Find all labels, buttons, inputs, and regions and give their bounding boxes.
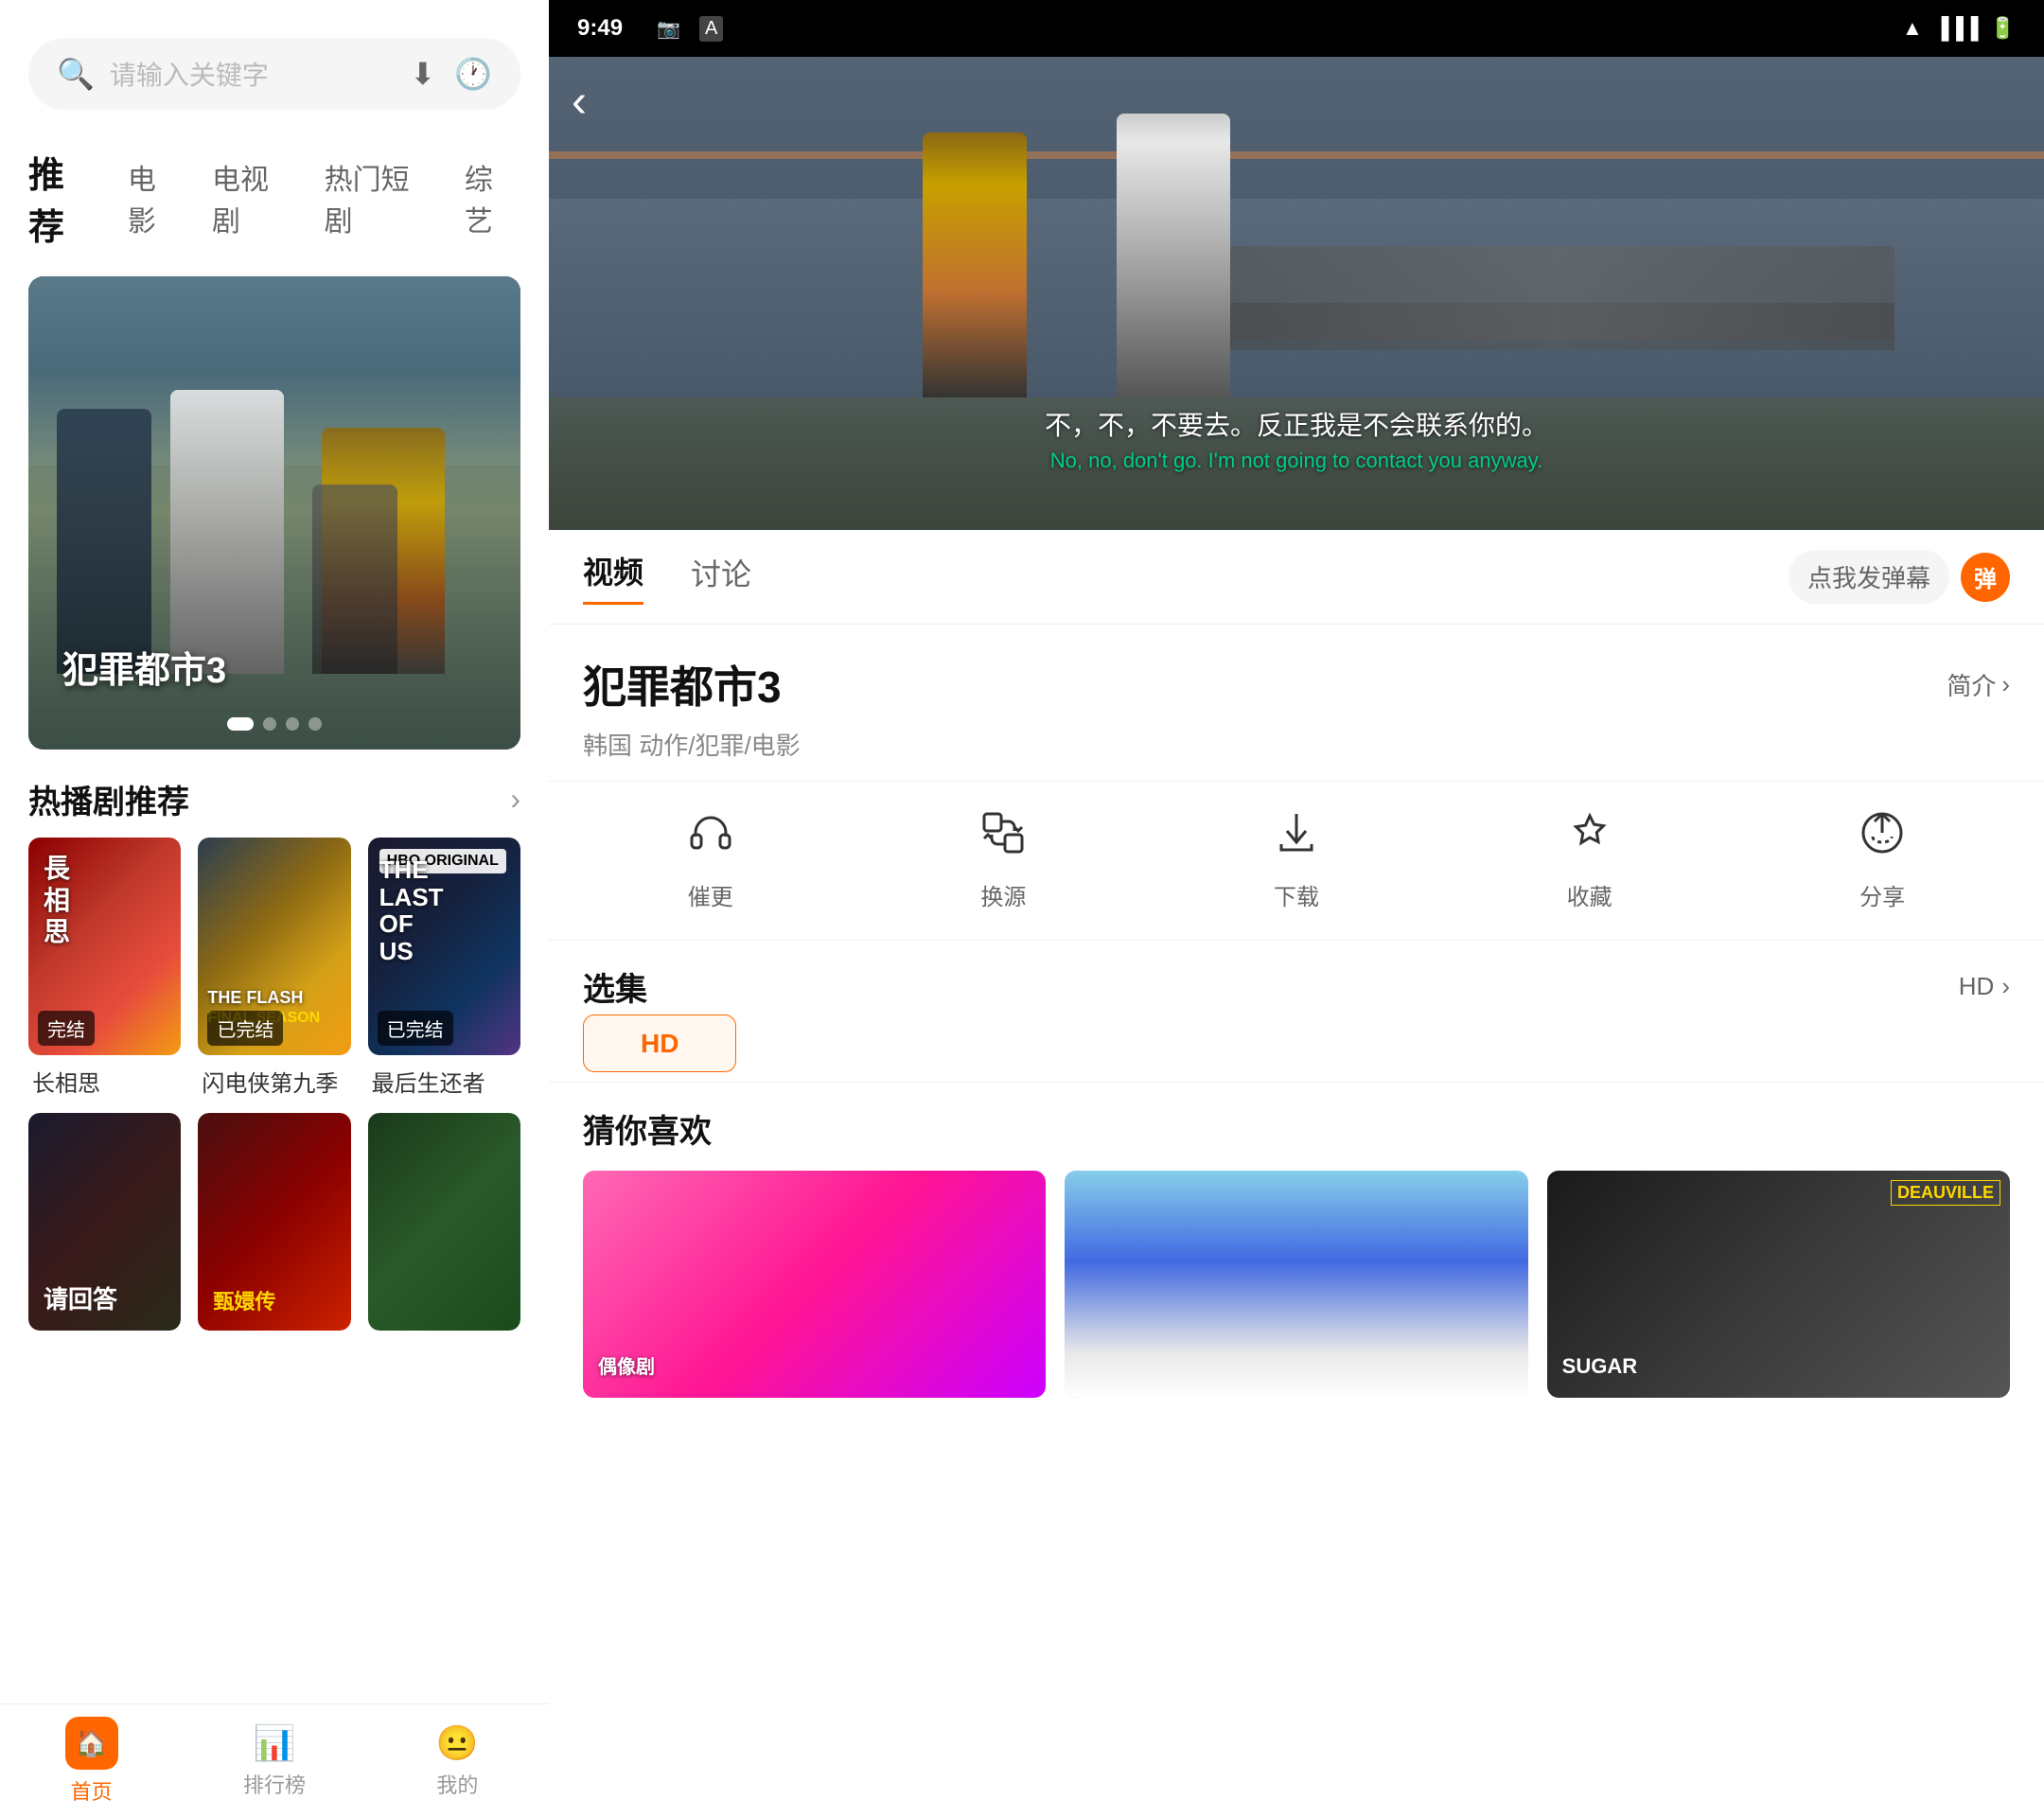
download-action-icon: [1274, 810, 1319, 867]
danmaku-btn[interactable]: 点我发弹幕 弹: [1788, 550, 2010, 604]
collect-label: 收藏: [1567, 878, 1612, 911]
rec-card-2[interactable]: [1065, 1171, 1527, 1398]
drama-name-changxiangsi: 长相思: [28, 1065, 181, 1098]
recommendations: 猜你喜欢 偶像剧: [549, 1083, 2044, 1420]
download-icon[interactable]: ⬇: [410, 56, 435, 92]
danmaku-text: 点我发弹幕: [1788, 550, 1949, 604]
video-subtitle: 不，不，不要去。反正我是不会联系你的。 No, no, don't go. I'…: [549, 405, 2044, 473]
hero-title: 犯罪都市3: [62, 641, 226, 693]
action-download[interactable]: 下载: [1169, 810, 1424, 911]
episodes-hd-link[interactable]: HD ›: [1959, 972, 2010, 1001]
subtitle-cn: 不，不，不要去。反正我是不会联系你的。: [549, 405, 2044, 443]
video-tabs: 视频 讨论 点我发弹幕 弹: [549, 530, 2044, 625]
action-cuigeng[interactable]: 催更: [583, 810, 838, 911]
profile-icon: 😐: [436, 1723, 479, 1763]
huanyuan-icon: [980, 810, 1026, 867]
cuigeng-label: 催更: [688, 878, 733, 911]
collect-icon: [1567, 810, 1612, 867]
episodes-title: 选集: [583, 963, 647, 1010]
status-time: 9:49: [577, 15, 623, 42]
drama-name-lastofus: 最后生还者: [368, 1065, 520, 1098]
video-player[interactable]: 不，不，不要去。反正我是不会联系你的。 No, no, don't go. I'…: [549, 57, 2044, 530]
nav-home-label: 首页: [71, 1775, 113, 1806]
drama-list: 長相思 完结 长相思 THE FLASH FINAL SEASON 已完结 闪电…: [0, 838, 549, 1098]
hot-dramas-title: 热播剧推荐: [28, 776, 189, 822]
drama-badge-flash: 已完结: [207, 1011, 283, 1046]
search-placeholder: 请输入关键字: [110, 55, 396, 93]
tab-variety[interactable]: 综艺: [465, 149, 520, 247]
search-bar[interactable]: 🔍 请输入关键字 ⬇ 🕐: [28, 38, 520, 110]
movie-info: 犯罪都市3 简介 › 韩国 动作/犯罪/电影: [549, 625, 2044, 782]
hot-dramas-header: 热播剧推荐 ›: [0, 750, 549, 838]
action-share[interactable]: 分享: [1754, 810, 2010, 911]
history-icon[interactable]: 🕐: [454, 56, 492, 92]
drama-card-flash[interactable]: THE FLASH FINAL SEASON 已完结 闪电侠第九季: [198, 838, 350, 1098]
battery-icon: 🔋: [1990, 16, 2016, 41]
back-button[interactable]: ‹: [572, 76, 587, 128]
share-label: 分享: [1859, 878, 1905, 911]
drama-list-2: 请回答 甄嬛传: [0, 1113, 549, 1331]
download-label: 下载: [1274, 878, 1319, 911]
episodes-section: 选集 HD › HD: [549, 941, 2044, 1083]
tab-discussion[interactable]: 讨论: [691, 551, 751, 604]
tab-recommend[interactable]: 推荐: [28, 138, 99, 257]
rec-cards: 偶像剧 DEAUVILLE SUGAR: [583, 1171, 2010, 1398]
home-icon: 🏠: [65, 1717, 118, 1770]
status-bar: 9:49 📷 A ▲ ▐▐▐ 🔋: [549, 0, 2044, 57]
left-panel: 🔍 请输入关键字 ⬇ 🕐 推荐 电影 电视剧 热门短剧 综艺 犯罪都市3: [0, 0, 549, 1817]
camera-status-icon: 📷: [657, 17, 680, 41]
drama-card-changxiangsi[interactable]: 長相思 完结 长相思: [28, 838, 181, 1098]
summary-arrow: ›: [2001, 670, 2010, 699]
nav-ranking-label: 排行榜: [243, 1769, 306, 1799]
share-icon: [1859, 810, 1905, 867]
nav-profile-label: 我的: [436, 1769, 478, 1799]
action-collect[interactable]: 收藏: [1462, 810, 1718, 911]
more-arrow[interactable]: ›: [510, 782, 520, 817]
nav-home[interactable]: 🏠 首页: [0, 1717, 183, 1806]
action-huanyuan[interactable]: 换源: [876, 810, 1132, 911]
tab-tv[interactable]: 电视剧: [212, 149, 296, 247]
danmaku-badge: 弹: [1961, 553, 2010, 602]
drama-badge-complete: 完结: [38, 1011, 95, 1046]
right-panel: 9:49 📷 A ▲ ▐▐▐ 🔋 不，不，不要去。反正我是不会联系你的。: [549, 0, 2044, 1817]
signal-icon: ▐▐▐: [1934, 16, 1979, 41]
rec-card-1[interactable]: 偶像剧: [583, 1171, 1046, 1398]
drama-card-unknown[interactable]: [368, 1113, 520, 1331]
rec-card-3[interactable]: DEAUVILLE SUGAR: [1547, 1171, 2010, 1398]
hero-banner[interactable]: 犯罪都市3: [28, 276, 520, 750]
episodes-arrow: ›: [2001, 972, 2010, 1001]
tab-video[interactable]: 视频: [583, 549, 643, 605]
search-icon: 🔍: [57, 56, 95, 92]
huanyuan-label: 换源: [980, 878, 1026, 911]
drama-name-flash: 闪电侠第九季: [198, 1065, 350, 1098]
rec-title: 猜你喜欢: [583, 1105, 2010, 1152]
action-buttons: 催更 换源 下载: [549, 782, 2044, 941]
drama-card-zhenhuanzhuan[interactable]: 甄嬛传: [198, 1113, 350, 1331]
cuigeng-icon: [688, 810, 733, 867]
hero-dots: [227, 717, 322, 731]
nav-ranking[interactable]: 📊 排行榜: [183, 1723, 365, 1799]
status-icons: ▲ ▐▐▐ 🔋: [1902, 16, 2016, 41]
drama-badge-lastofus: 已完结: [378, 1011, 453, 1046]
bottom-nav: 🏠 首页 📊 排行榜 😐 我的: [0, 1703, 549, 1817]
ranking-icon: 📊: [254, 1723, 296, 1763]
summary-link[interactable]: 简介 ›: [1947, 667, 2010, 702]
nav-tabs: 推荐 电影 电视剧 热门短剧 综艺: [0, 129, 549, 276]
movie-title: 犯罪都市3: [583, 653, 782, 715]
wifi-icon: ▲: [1902, 16, 1923, 41]
subtitle-en: No, no, don't go. I'm not going to conta…: [549, 449, 2044, 473]
drama-card-lastofus[interactable]: HBO ORIGINAL THELASTOFUS 已完结 最后生还者: [368, 838, 520, 1098]
tab-movie[interactable]: 电影: [128, 149, 184, 247]
tab-short-drama[interactable]: 热门短剧: [325, 149, 436, 247]
movie-meta: 韩国 动作/犯罪/电影: [583, 732, 801, 760]
drama-card-qinghuida[interactable]: 请回答: [28, 1113, 181, 1331]
hd-chip[interactable]: HD: [583, 1014, 736, 1072]
sim-icon: A: [699, 16, 723, 42]
nav-profile[interactable]: 😐 我的: [366, 1723, 549, 1799]
